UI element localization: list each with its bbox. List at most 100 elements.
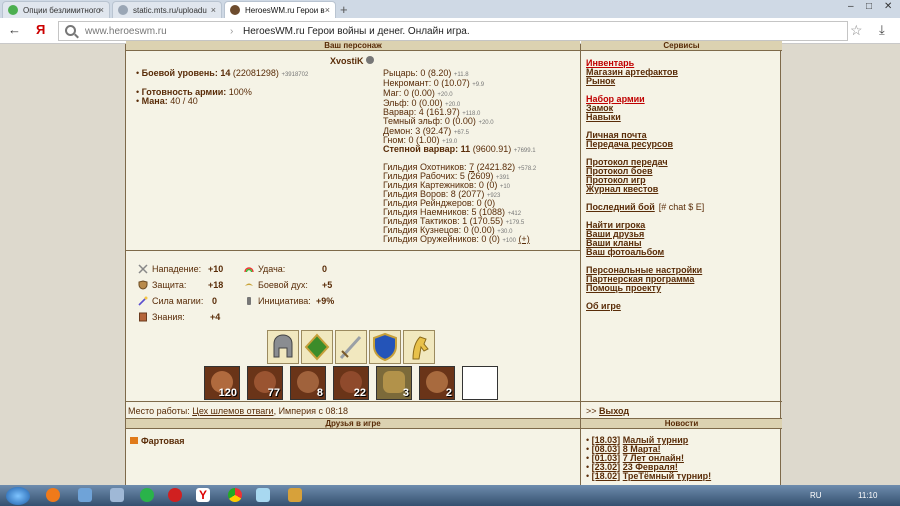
yandex-browser-icon[interactable]: Y xyxy=(196,488,210,502)
equipment-shield[interactable] xyxy=(369,330,401,364)
service-row: Передача ресурсов xyxy=(586,140,776,149)
close-tab-icon[interactable]: × xyxy=(99,5,104,15)
game-content: Ваш персонаж Сервисы Друзья в игре Новос… xyxy=(125,41,782,485)
maximize-icon[interactable]: □ xyxy=(866,1,872,13)
news-list: • [18.03] Малый турнир • [08.03] 8 Марта!… xyxy=(586,436,776,481)
services-list: Инвентарь Магазин артефактов Рынок Набор ар… xyxy=(586,59,776,311)
app-icon[interactable] xyxy=(288,488,302,502)
guild-row: Гильдия Оружейников: 0 (0) +100 (+) xyxy=(383,234,530,244)
magic-wand-icon xyxy=(138,296,148,306)
close-tab-icon[interactable]: × xyxy=(325,5,330,15)
browser-tab-1[interactable]: Опции безлимитного × xyxy=(2,1,110,18)
service-link[interactable]: Журнал квестов xyxy=(586,184,658,194)
service-link[interactable]: Рынок xyxy=(586,76,615,86)
folder-icon[interactable] xyxy=(78,488,92,502)
clock[interactable]: 11:10 xyxy=(858,491,877,500)
spell-power-stat: Сила магии: xyxy=(152,296,204,306)
equipment-helmet[interactable] xyxy=(267,330,299,364)
url-separator-icon: › xyxy=(230,26,234,37)
new-tab-icon[interactable]: + xyxy=(340,2,348,17)
online-icon xyxy=(130,437,138,444)
equipment-horse[interactable] xyxy=(403,330,435,364)
service-link[interactable]: Помощь проекту xyxy=(586,283,661,293)
service-link[interactable]: Навыки xyxy=(586,112,621,122)
equipment-amulet[interactable] xyxy=(301,330,333,364)
character-header: Ваш персонаж xyxy=(126,41,580,51)
shield-item-icon xyxy=(373,332,397,362)
news-link[interactable]: ТреТёмный турнир! xyxy=(623,471,711,481)
windows-taskbar: Y RU 11:10 xyxy=(0,485,900,506)
army-slot[interactable]: 3 xyxy=(376,366,412,400)
creature-portrait-icon xyxy=(383,371,405,393)
last-battle-extras[interactable]: [# chat $ E] xyxy=(659,202,705,212)
service-row: Помощь проекту xyxy=(586,284,776,293)
attack-stat: Нападение: xyxy=(152,264,202,274)
sword-icon xyxy=(138,264,148,274)
sword-item-icon xyxy=(339,335,362,360)
horse-icon xyxy=(412,336,429,360)
tablet-icon[interactable] xyxy=(110,488,124,502)
friend-item[interactable]: Фартовая xyxy=(130,436,185,446)
service-link[interactable]: Последний бой xyxy=(586,202,655,212)
close-window-icon[interactable]: ✕ xyxy=(884,1,892,13)
army-slot-empty[interactable] xyxy=(462,366,498,400)
player-name[interactable]: XvostiK xyxy=(330,56,375,66)
start-button[interactable] xyxy=(6,487,30,505)
shield-icon xyxy=(138,280,148,290)
browser-tab-2[interactable]: static.mts.ru/uploadu × xyxy=(112,1,222,18)
chat-app-icon[interactable] xyxy=(140,488,154,502)
service-row: Последний бой [# chat $ E] xyxy=(586,203,776,212)
defense-stat: Защита: xyxy=(152,280,187,290)
equipment-sword[interactable] xyxy=(335,330,367,364)
luck-stat: Удача: xyxy=(258,264,286,274)
morale-icon xyxy=(245,283,253,286)
news-header: Новости xyxy=(581,419,782,429)
back-icon[interactable]: ← xyxy=(8,23,21,37)
army-slot[interactable]: 77 xyxy=(247,366,283,400)
combat-level: • Боевой уровень: 14 (22081298) +3918702 xyxy=(136,68,309,78)
creature-portrait-icon xyxy=(297,371,319,393)
army-slot[interactable]: 8 xyxy=(290,366,326,400)
close-tab-icon[interactable]: × xyxy=(211,5,216,15)
row-divider xyxy=(126,401,782,402)
army-slot[interactable]: 2 xyxy=(419,366,455,400)
amulet-icon xyxy=(304,333,330,361)
initiative-icon xyxy=(247,297,251,305)
workplace: Место работы: Цех шлемов отваги, Империя… xyxy=(128,406,349,416)
service-row: Набор армии xyxy=(586,95,776,104)
army-slot[interactable]: 120 xyxy=(204,366,240,400)
browser-tab-3[interactable]: HeroesWM.ru Герои в × xyxy=(224,1,336,18)
firefox-icon[interactable] xyxy=(46,488,60,502)
service-link[interactable]: Ваш фотоальбом xyxy=(586,247,664,257)
app-icon[interactable] xyxy=(256,488,270,502)
tab-favicon-icon xyxy=(230,5,240,15)
service-row: Об игре xyxy=(586,302,776,311)
initiative-value: +9% xyxy=(316,296,335,306)
opera-icon[interactable] xyxy=(168,488,182,502)
minimize-icon[interactable]: – xyxy=(848,1,854,13)
yandex-icon[interactable]: Я xyxy=(36,23,45,37)
download-icon[interactable]: ⤓ xyxy=(879,22,885,38)
tab-favicon-icon xyxy=(118,5,128,15)
chrome-icon[interactable] xyxy=(228,488,242,502)
luck-value: 0 xyxy=(322,264,328,274)
army-slot[interactable]: 22 xyxy=(333,366,369,400)
language-indicator[interactable]: RU xyxy=(810,491,822,500)
rainbow-icon xyxy=(244,267,254,273)
address-bar[interactable]: www.heroeswm.ru › HeroesWM.ru Герои войн… xyxy=(58,21,848,41)
workplace-link[interactable]: Цех шлемов отваги xyxy=(192,406,273,416)
initiative-stat: Инициатива: xyxy=(258,296,311,306)
attack-value: +10 xyxy=(208,264,224,274)
news-date[interactable]: [18.02] xyxy=(592,471,621,481)
book-icon xyxy=(139,312,147,322)
browser-tab-bar: Опции безлимитного × static.mts.ru/upload… xyxy=(0,0,900,18)
expand-guild-link[interactable]: (+) xyxy=(518,234,529,244)
friends-header: Друзья в игре xyxy=(126,419,580,429)
exit-link[interactable]: Выход xyxy=(599,406,629,416)
bookmark-star-icon[interactable]: ☆ xyxy=(850,22,863,39)
service-link[interactable]: Передача ресурсов xyxy=(586,139,673,149)
service-row: Навыки xyxy=(586,113,776,122)
knowledge-value: +4 xyxy=(210,312,221,322)
row-divider xyxy=(126,250,580,251)
service-link[interactable]: Об игре xyxy=(586,301,621,311)
